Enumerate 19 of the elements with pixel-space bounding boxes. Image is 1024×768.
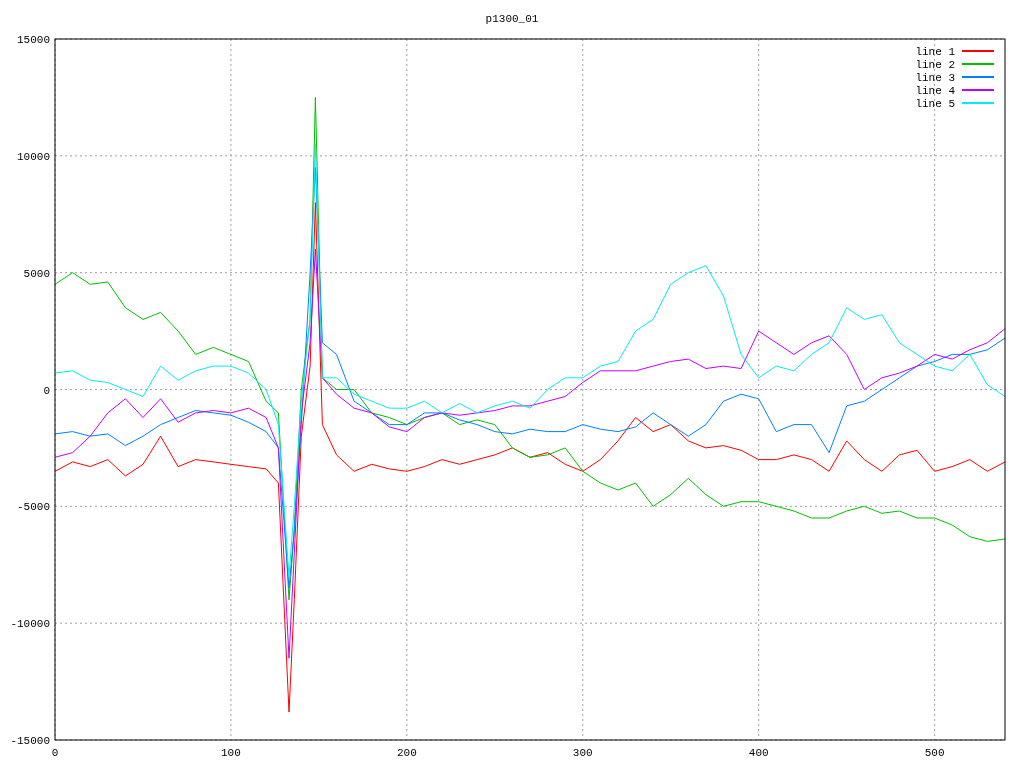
x-tick-label: 100 (221, 747, 241, 759)
x-tick-label: 0 (51, 747, 59, 759)
y-tick-label: -5000 (17, 501, 50, 514)
y-tick-label: -10000 (10, 618, 50, 631)
legend-label: line 1 (915, 46, 955, 58)
x-tick-label: 200 (396, 747, 417, 759)
legend-label: line 2 (915, 59, 955, 71)
chart-title: p1300_01 (485, 13, 539, 25)
legend-label: line 4 (915, 85, 955, 97)
y-tick-label: 5000 (23, 267, 50, 280)
x-tick-label: 500 (924, 747, 945, 759)
legend-label: line 5 (915, 98, 955, 110)
y-tick-label: 15000 (17, 34, 50, 46)
x-tick-label: 300 (572, 747, 593, 759)
y-tick-label: 0 (43, 384, 50, 397)
y-tick-label: 10000 (17, 150, 50, 163)
legend-label: line 3 (915, 72, 955, 84)
y-tick-label: -15000 (10, 735, 50, 747)
x-tick-label: 400 (748, 747, 769, 759)
